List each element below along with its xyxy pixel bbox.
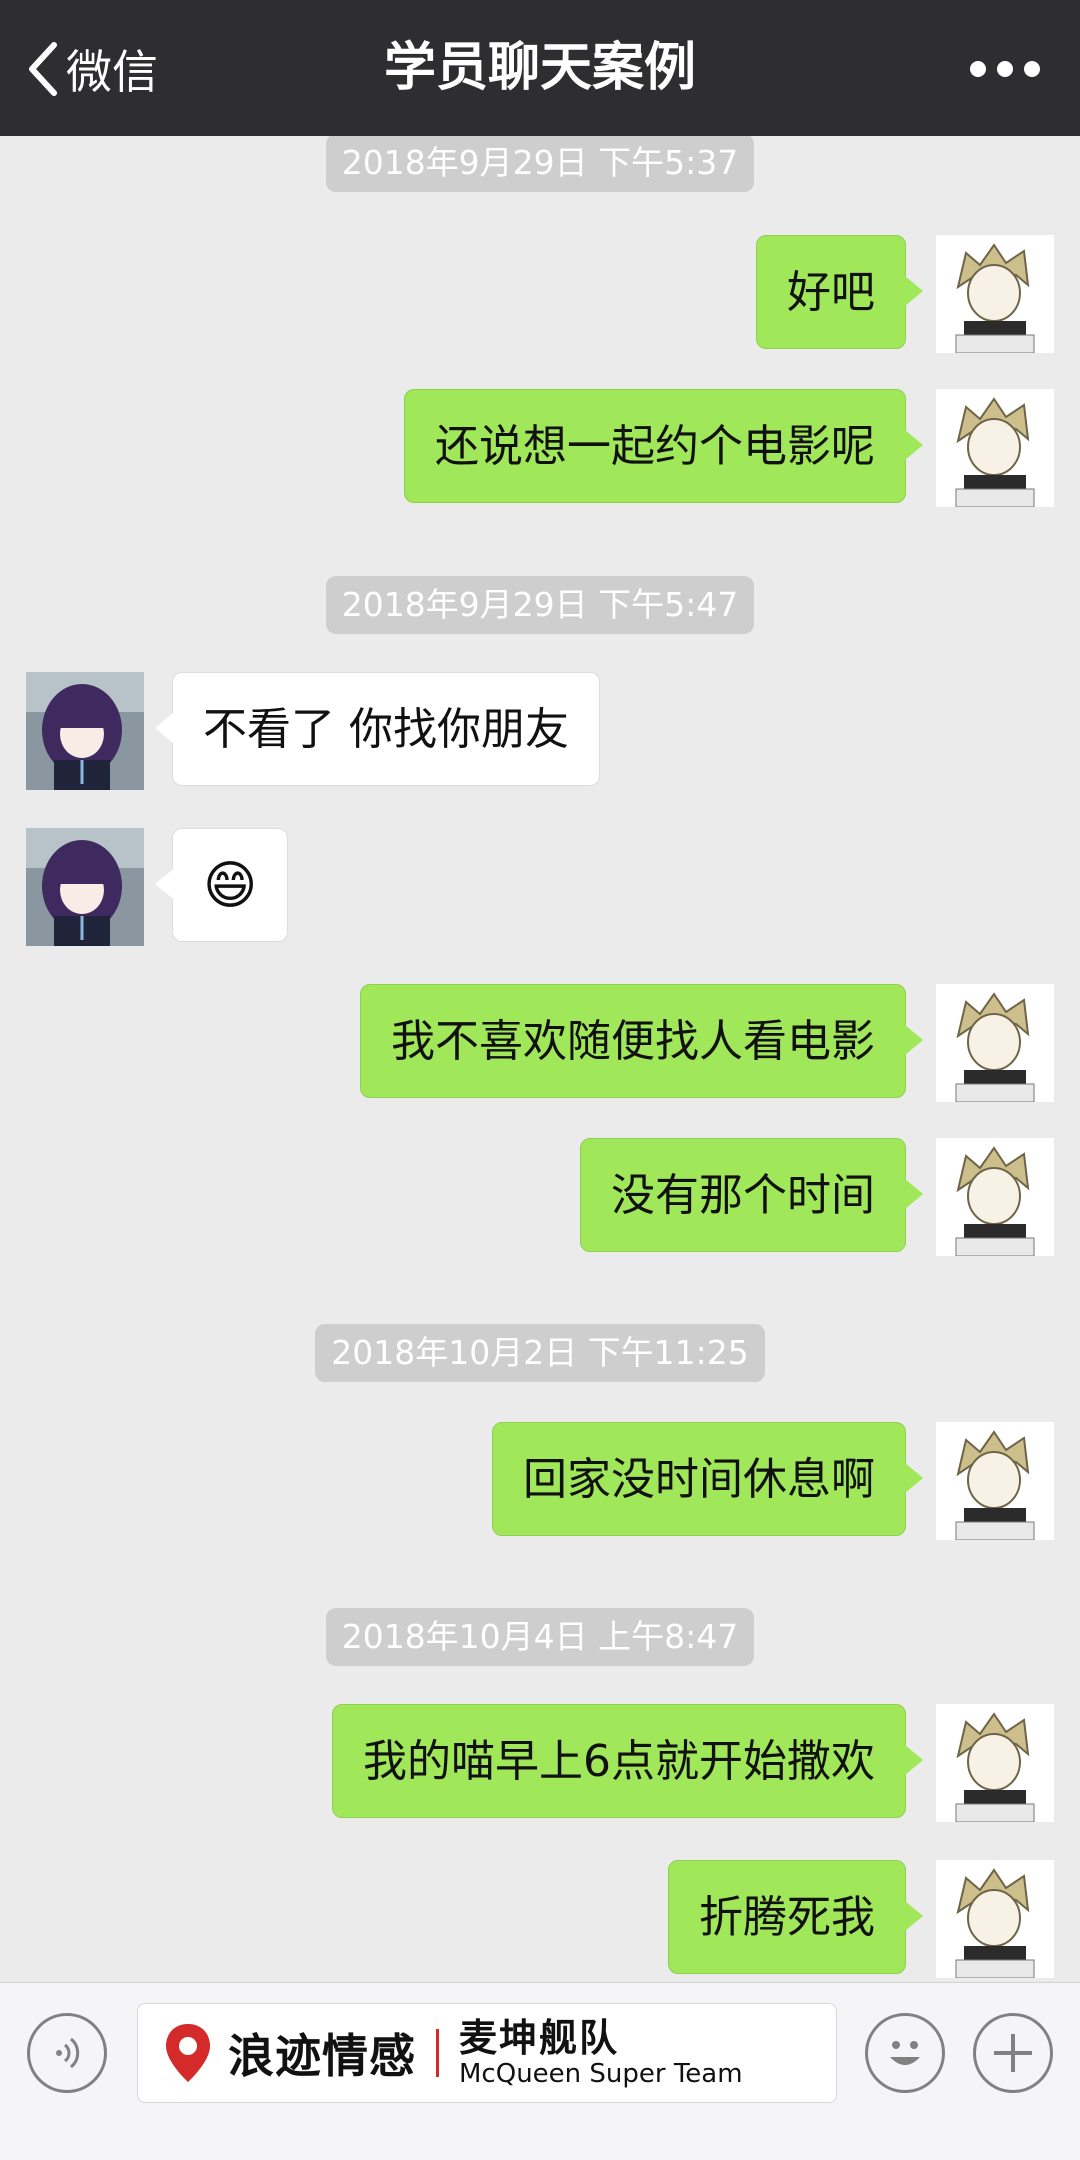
my-avatar-image [936,1704,1054,1822]
brand-name: 浪迹情感 [228,2029,416,2083]
team-name-en: McQueen Super Team [459,2059,743,2089]
nav-bar: 微信 学员聊天案例 [0,0,1080,136]
my-avatar[interactable] [936,1138,1054,1256]
timestamp: 2018年9月29日 下午5:47 [0,576,1080,634]
my-avatar[interactable] [936,389,1054,507]
sent-bubble[interactable]: 没有那个时间 [580,1138,923,1252]
my-avatar-image [936,984,1054,1102]
input-bar: 浪迹情感 麦坤舰队 McQueen Super Team [0,1982,1080,2160]
emoji-icon [890,2041,920,2065]
timestamp: 2018年10月4日 上午8:47 [0,1608,1080,1666]
sent-bubble[interactable]: 回家没时间休息啊 [492,1422,923,1536]
my-avatar-image [936,389,1054,507]
voice-button[interactable] [27,2013,107,2093]
emoji-button[interactable] [865,2013,945,2093]
add-button[interactable] [973,2013,1053,2093]
contact-avatar[interactable] [26,672,144,790]
timestamp-text: 2018年9月29日 下午5:37 [325,136,755,192]
my-avatar[interactable] [936,1860,1054,1978]
brand-banner: 浪迹情感 麦坤舰队 McQueen Super Team [137,2003,837,2103]
chat-area[interactable]: 2018年9月29日 下午5:37 好吧 还说想一起约个电影呢 2018年9月2… [0,136,1080,1982]
my-avatar[interactable] [936,1704,1054,1822]
timestamp-text: 2018年9月29日 下午5:47 [325,576,755,634]
my-avatar[interactable] [936,235,1054,353]
sent-bubble[interactable]: 还说想一起约个电影呢 [404,389,923,503]
chat-title: 学员聊天案例 [383,38,696,98]
more-dot [1024,61,1040,77]
my-avatar-image [936,1138,1054,1256]
sent-bubble[interactable]: 我的喵早上6点就开始撒欢 [332,1704,923,1818]
message-row: 我不喜欢随便找人看电影 [0,984,1080,1102]
message-row: 还说想一起约个电影呢 [0,389,1080,507]
message-row: 不看了 你找你朋友 [0,672,1080,790]
my-avatar-image [936,1422,1054,1540]
more-dots-icon [970,61,986,77]
timestamp: 2018年10月2日 下午11:25 [0,1324,1080,1382]
more-dot [997,61,1013,77]
sent-bubble[interactable]: 我不喜欢随便找人看电影 [360,984,923,1098]
received-bubble[interactable]: 不看了 你找你朋友 [155,672,600,786]
message-row: 折腾死我 [0,1860,1080,1978]
timestamp-text: 2018年10月2日 下午11:25 [315,1324,765,1382]
my-avatar-image [936,1860,1054,1978]
grin-emoji: 😄 [203,856,258,916]
message-row: 好吧 [0,235,1080,353]
contact-avatar[interactable] [26,828,144,946]
location-pin-logo [166,2024,210,2082]
my-avatar-image [936,235,1054,353]
message-row: 😄 [0,828,1080,946]
my-avatar[interactable] [936,1422,1054,1540]
my-avatar[interactable] [936,984,1054,1102]
more-button[interactable] [970,54,1040,84]
team-label: 麦坤舰队 McQueen Super Team [459,2019,743,2087]
sent-bubble[interactable]: 折腾死我 [668,1860,923,1974]
team-name-cn: 麦坤舰队 [459,2016,620,2060]
received-bubble[interactable]: 😄 [154,828,289,942]
timestamp: 2018年9月29日 下午5:37 [0,136,1080,192]
message-row: 没有那个时间 [0,1138,1080,1256]
contact-avatar-image [26,828,144,946]
sent-bubble[interactable]: 好吧 [756,235,923,349]
timestamp-text: 2018年10月4日 上午8:47 [325,1608,755,1666]
plus-icon [994,2034,1032,2072]
message-row: 回家没时间休息啊 [0,1422,1080,1540]
contact-avatar-image [26,672,144,790]
voice-icon [56,2037,80,2069]
message-row: 我的喵早上6点就开始撒欢 [0,1704,1080,1822]
brand-divider [436,2029,439,2077]
